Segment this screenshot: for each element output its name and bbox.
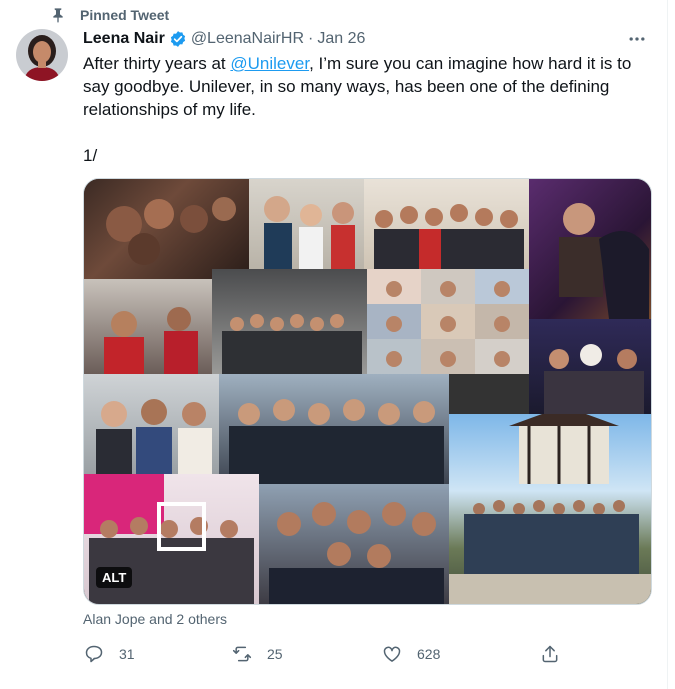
more-icon[interactable] (623, 28, 651, 50)
share-icon (539, 643, 561, 665)
photo-tile (529, 319, 651, 414)
tweet-photo[interactable] (83, 178, 652, 605)
author-name[interactable]: Leena Nair (83, 30, 165, 48)
separator-dot: · (308, 30, 314, 47)
pinned-indicator: Pinned Tweet (48, 6, 169, 24)
pinned-label: Pinned Tweet (80, 7, 170, 23)
author-handle[interactable]: @LeenaNairHR (191, 30, 304, 48)
photo-tile (364, 179, 529, 269)
photo-tile (259, 484, 449, 604)
tweet-article[interactable]: Pinned Tweet Leena Nair @LeenaNairHR · J… (0, 0, 668, 689)
tweet-header: Leena Nair @LeenaNairHR · Jan 26 (83, 28, 651, 50)
photo-tile (449, 414, 651, 604)
photo-tile (249, 179, 364, 269)
reply-count: 31 (119, 646, 135, 662)
tweet-text: After thirty years at @Unilever, I’m sur… (83, 52, 643, 167)
liked-by-text[interactable]: Alan Jope and 2 others (83, 611, 227, 627)
photo-tile (212, 269, 367, 374)
retweet-count: 25 (267, 646, 283, 662)
share-button[interactable] (539, 642, 575, 666)
photo-tile (84, 374, 219, 474)
avatar[interactable] (16, 29, 68, 81)
photo-tile (84, 279, 212, 374)
tweet-date[interactable]: Jan 26 (317, 30, 365, 48)
reply-button[interactable]: 31 (83, 642, 135, 666)
alt-text-badge[interactable]: ALT (96, 567, 133, 588)
retweet-button[interactable]: 25 (231, 642, 283, 666)
reply-icon (83, 643, 105, 665)
like-count: 628 (417, 646, 441, 662)
mention-link[interactable]: @Unilever (230, 54, 309, 73)
tweet-actions: 31 25 628 (83, 642, 563, 666)
photo-tile (219, 374, 449, 484)
tweet-text-before: After thirty years at (83, 54, 231, 73)
photo-tile (84, 179, 249, 279)
like-icon (381, 643, 403, 665)
retweet-icon (231, 643, 253, 665)
photo-tile (367, 269, 529, 374)
like-button[interactable]: 628 (381, 642, 440, 666)
pin-icon (48, 6, 68, 24)
photo-tile (529, 179, 651, 319)
verified-badge-icon (169, 30, 187, 48)
